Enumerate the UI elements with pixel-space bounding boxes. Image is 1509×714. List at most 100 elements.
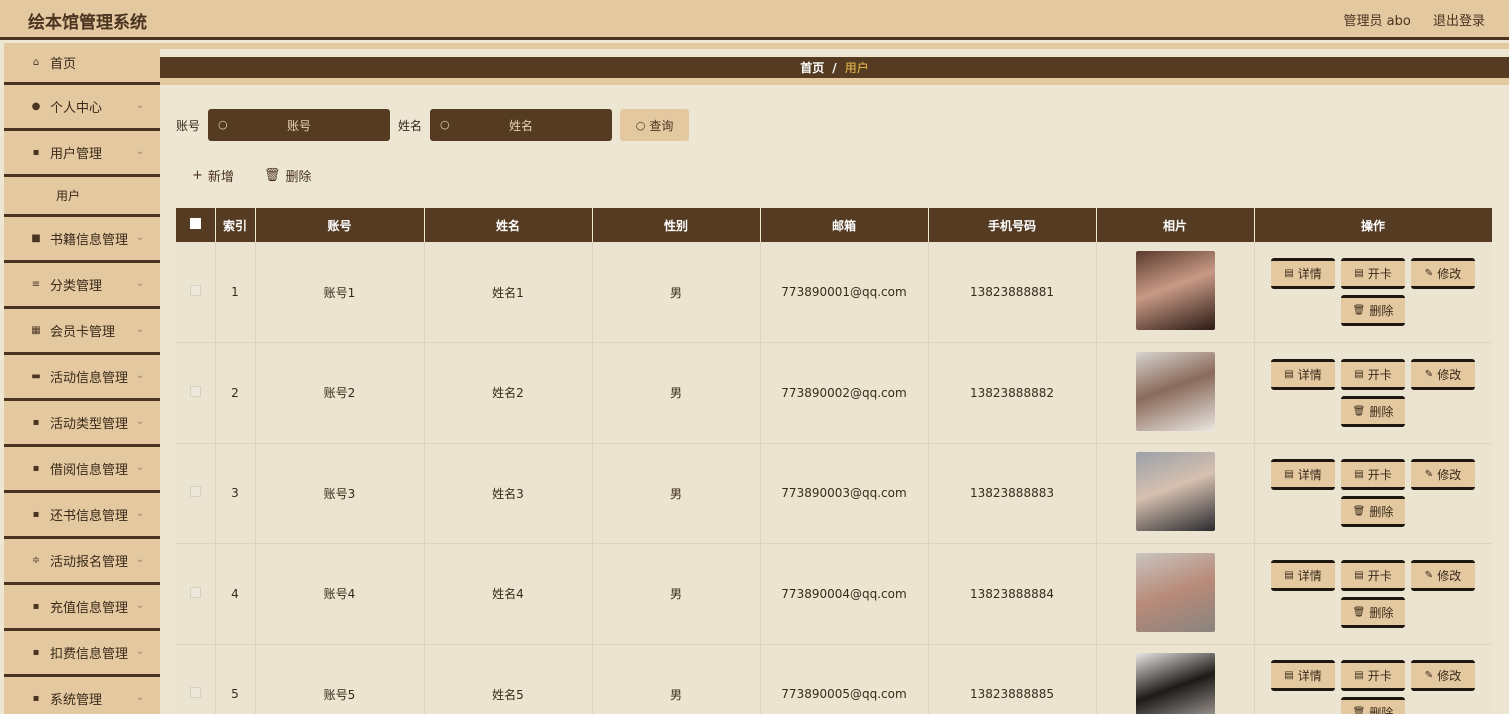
home-icon: ⌂ — [32, 57, 40, 68]
row-delete-button[interactable]: 🗑 删除 — [1341, 295, 1405, 326]
cell-actions: ▤ 详情 ▤ 开卡 ✎ 修改 🗑 删除 — [1254, 644, 1492, 714]
cell-gender: 男 — [592, 644, 761, 714]
table-row: 4 账号4 姓名4 男 773890004@qq.com 13823888884 ▤ 详情 ▤ 开… — [176, 543, 1492, 645]
sidebar-item-3[interactable]: ■ 书籍信息管理 ⌄ — [4, 217, 160, 263]
sliders-icon: ≑ — [31, 555, 41, 566]
trash-icon: 🗑 — [1352, 506, 1366, 518]
edit-button[interactable]: ✎ 修改 — [1411, 459, 1475, 491]
edit-label: 修改 — [1437, 468, 1462, 483]
book-icon: ■ — [31, 233, 41, 244]
pencil-icon: ✎ — [1424, 268, 1434, 279]
document-icon: ▤ — [1354, 670, 1364, 682]
detail-button[interactable]: ▤ 详情 — [1271, 459, 1335, 491]
sidebar-item-9[interactable]: ▪ 还书信息管理 ⌄ — [4, 493, 160, 539]
row-delete-button[interactable]: 🗑 删除 — [1341, 697, 1405, 714]
table-row: 3 账号3 姓名3 男 773890003@qq.com 13823888883 ▤ 详情 ▤ 开… — [176, 443, 1492, 544]
edit-button[interactable]: ✎ 修改 — [1411, 559, 1475, 591]
row-checkbox[interactable] — [189, 486, 201, 498]
edit-label: 修改 — [1437, 367, 1462, 382]
search-icon: ○ — [635, 118, 646, 132]
sidebar-item-label: 分类管理 — [50, 279, 103, 294]
header-phone: 手机号码 — [928, 208, 1097, 242]
cell-gender: 男 — [592, 342, 761, 444]
edit-button[interactable]: ✎ 修改 — [1411, 258, 1475, 289]
chevron-down-icon: ⌄ — [135, 646, 144, 657]
table-row: 5 账号5 姓名5 男 773890005@qq.com 13823888885 ▤ 详情 ▤ 开… — [176, 644, 1492, 714]
query-button[interactable]: ○ 查询 — [620, 109, 690, 141]
sidebar-item-10[interactable]: ≑ 活动报名管理 ⌄ — [4, 539, 160, 585]
grid-icon: ▪ — [32, 417, 40, 428]
detail-button[interactable]: ▤ 详情 — [1271, 660, 1335, 692]
action-row: + 新增 🗑 删除 — [192, 166, 341, 185]
row-checkbox[interactable] — [189, 285, 201, 296]
chevron-down-icon: ⌄ — [135, 416, 144, 427]
open-card-label: 开卡 — [1367, 468, 1392, 483]
edit-button[interactable]: ✎ 修改 — [1411, 358, 1475, 390]
row-delete-button[interactable]: 🗑 删除 — [1341, 596, 1405, 628]
open-card-button[interactable]: ▤ 开卡 — [1341, 258, 1405, 289]
list-icon: ≡ — [31, 279, 41, 290]
cell-account: 账号2 — [255, 342, 425, 444]
document-icon: ▤ — [1354, 268, 1364, 279]
sidebar-item-label: 用户管理 — [50, 147, 103, 162]
row-delete-label: 删除 — [1369, 706, 1394, 714]
grid-icon: ▪ — [32, 509, 40, 520]
row-checkbox[interactable] — [189, 586, 201, 598]
sidebar-item-1[interactable]: ● 个人中心 ⌄ — [4, 85, 160, 131]
name-search-input[interactable]: ○ 姓名 — [430, 109, 613, 141]
user-area: 管理员 abo 退出登录 — [1326, 10, 1485, 29]
query-button-label: 查询 — [649, 118, 674, 133]
detail-button[interactable]: ▤ 详情 — [1271, 258, 1335, 289]
breadcrumb-current: 用户 — [844, 61, 869, 75]
row-select-cell — [176, 242, 216, 343]
cell-gender: 男 — [592, 543, 761, 645]
open-card-button[interactable]: ▤ 开卡 — [1341, 559, 1405, 591]
breadcrumb-home[interactable]: 首页 — [800, 59, 824, 76]
cell-account: 账号4 — [255, 543, 425, 645]
chevron-down-icon: ⌄ — [135, 232, 144, 243]
select-all-checkbox[interactable] — [189, 218, 201, 229]
header-index: 索引 — [215, 208, 256, 242]
cell-name: 姓名4 — [424, 543, 593, 645]
sidebar-item-2[interactable]: ▪ 用户管理 ⌄ — [4, 131, 160, 177]
batch-delete-button[interactable]: 🗑 删除 — [264, 166, 312, 185]
add-button[interactable]: + 新增 — [192, 166, 234, 185]
sidebar-item-13[interactable]: ▪ 系统管理 ⌄ — [4, 677, 160, 714]
cell-actions: ▤ 详情 ▤ 开卡 ✎ 修改 🗑 删除 — [1254, 443, 1492, 544]
logout-link[interactable]: 退出登录 — [1433, 14, 1485, 29]
sidebar-item-12[interactable]: ▪ 扣费信息管理 ⌄ — [4, 631, 160, 677]
chevron-down-icon: ⌄ — [135, 462, 144, 473]
open-card-button[interactable]: ▤ 开卡 — [1341, 660, 1405, 692]
sidebar-subitem-user[interactable]: 用户 — [4, 177, 160, 217]
sidebar-item-5[interactable]: ▦ 会员卡管理 ⌄ — [4, 309, 160, 355]
cell-account: 账号5 — [255, 644, 425, 714]
sidebar-item-8[interactable]: ▪ 借阅信息管理 ⌄ — [4, 447, 160, 493]
main-top-strip — [160, 43, 1509, 49]
cell-account: 账号3 — [255, 443, 425, 544]
sidebar-item-7[interactable]: ▪ 活动类型管理 ⌄ — [4, 401, 160, 447]
detail-button[interactable]: ▤ 详情 — [1271, 358, 1335, 390]
document-icon: ▤ — [1284, 670, 1294, 682]
sidebar-item-11[interactable]: ▪ 充值信息管理 ⌄ — [4, 585, 160, 631]
document-icon: ▤ — [1354, 469, 1364, 481]
users-table: 索引 账号 姓名 性别 邮箱 手机号码 相片 操作 1 账号1 姓名1 男 773890… — [176, 208, 1492, 714]
account-placeholder: 账号 — [287, 118, 312, 133]
edit-button[interactable]: ✎ 修改 — [1411, 660, 1475, 692]
row-select-cell — [176, 644, 216, 714]
detail-button[interactable]: ▤ 详情 — [1271, 559, 1335, 591]
row-checkbox[interactable] — [189, 385, 201, 397]
sidebar-item-0[interactable]: ⌂ 首页 — [4, 43, 160, 85]
sidebar-item-4[interactable]: ≡ 分类管理 ⌄ — [4, 263, 160, 309]
account-search-input[interactable]: ○ 账号 — [208, 109, 391, 141]
pencil-icon: ✎ — [1424, 469, 1434, 481]
row-delete-button[interactable]: 🗑 删除 — [1341, 395, 1405, 427]
cell-name: 姓名1 — [424, 242, 593, 343]
sidebar-item-6[interactable]: ▬ 活动信息管理 ⌄ — [4, 355, 160, 401]
open-card-button[interactable]: ▤ 开卡 — [1341, 459, 1405, 491]
open-card-label: 开卡 — [1367, 367, 1392, 382]
sidebar-item-label: 活动报名管理 — [50, 555, 129, 570]
open-card-button[interactable]: ▤ 开卡 — [1341, 358, 1405, 390]
row-delete-button[interactable]: 🗑 删除 — [1341, 496, 1405, 528]
row-checkbox[interactable] — [189, 687, 201, 699]
trash-icon: 🗑 — [1352, 405, 1366, 417]
